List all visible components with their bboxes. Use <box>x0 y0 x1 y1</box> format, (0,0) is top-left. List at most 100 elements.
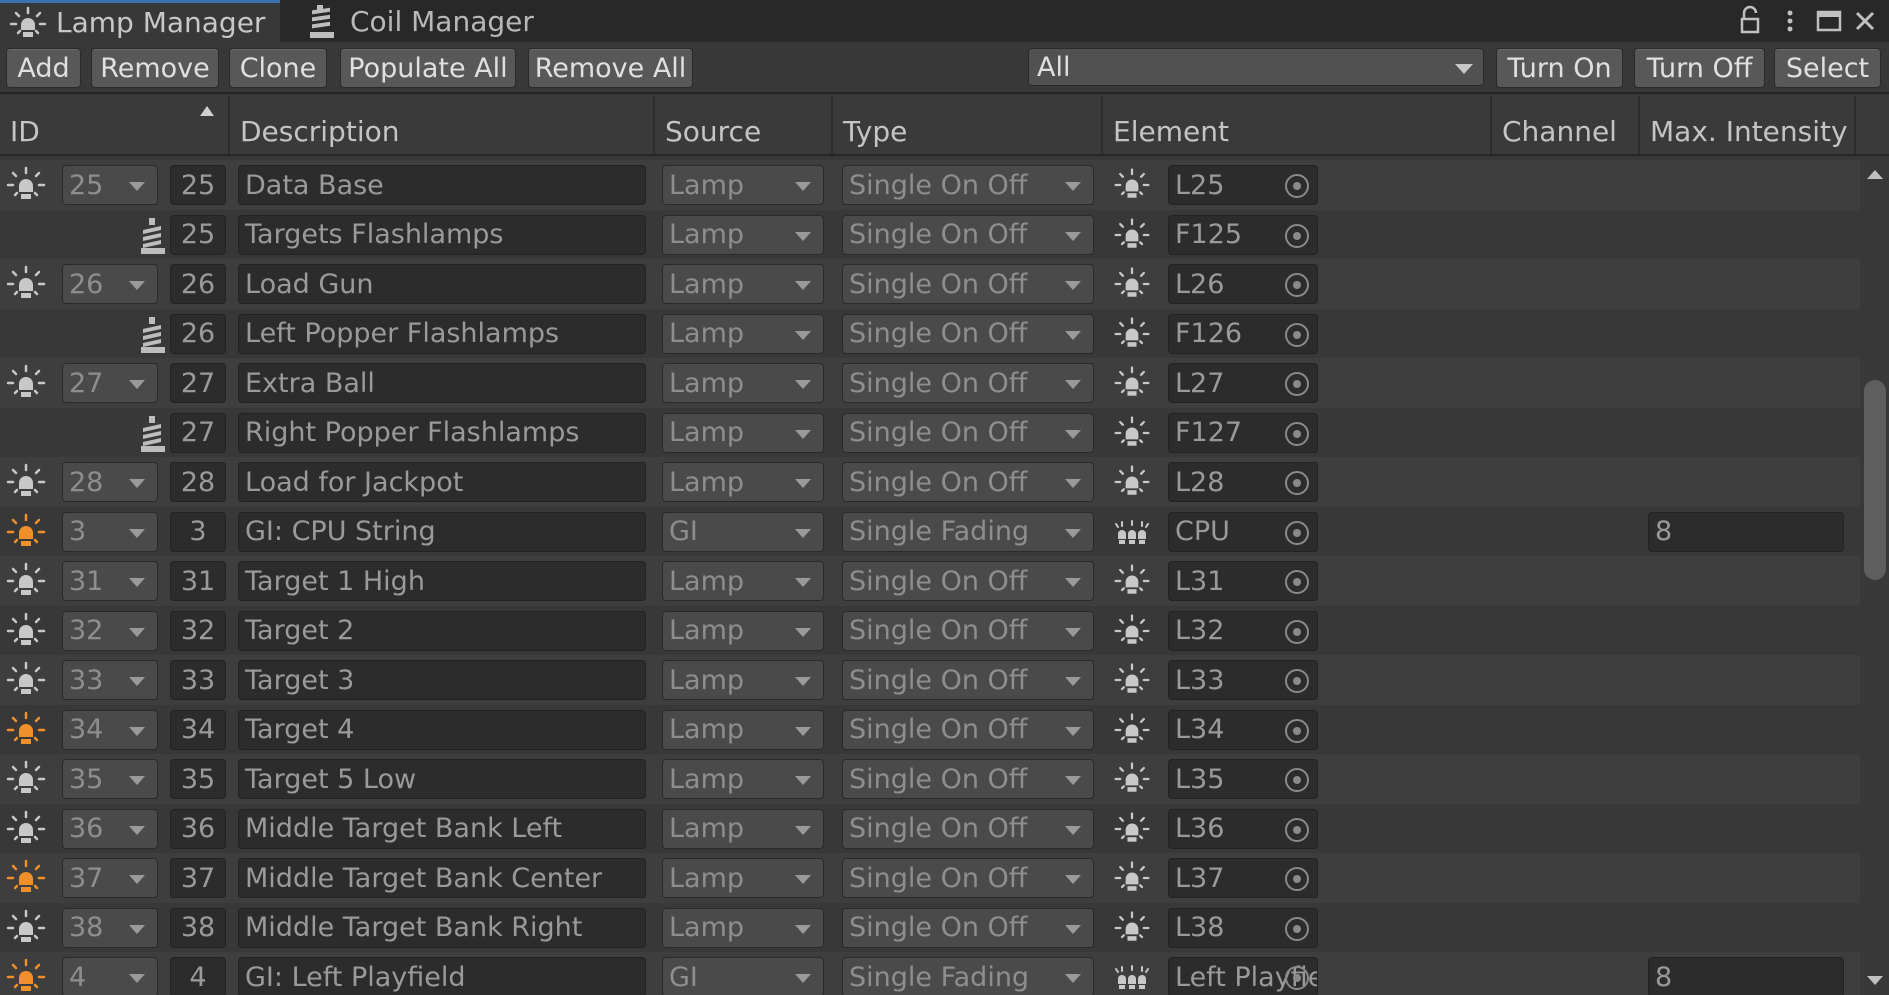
source-dropdown[interactable]: Lamp <box>662 561 824 601</box>
id-field[interactable]: 34 <box>170 709 226 750</box>
element-field[interactable]: L28 <box>1168 462 1318 502</box>
column-header-source[interactable]: Source <box>655 96 833 154</box>
id-field[interactable]: 37 <box>170 858 226 898</box>
id-field[interactable]: 36 <box>170 808 226 849</box>
id-field[interactable]: 3 <box>170 511 226 552</box>
table-row[interactable]: 26 Left Popper Flashlamps Lamp Single On… <box>0 308 1860 358</box>
kebab-menu-icon[interactable] <box>1775 4 1805 38</box>
type-dropdown[interactable]: Single On Off <box>842 412 1094 453</box>
table-row[interactable]: 31 31 Target 1 High Lamp Single On Off L… <box>0 556 1860 606</box>
description-field[interactable]: Target 5 Low <box>238 759 646 799</box>
column-header-description[interactable]: Description <box>230 96 655 154</box>
description-field[interactable]: Right Popper Flashlamps <box>238 412 646 453</box>
description-field[interactable]: Targets Flashlamps <box>238 214 646 255</box>
scrollbar-thumb[interactable] <box>1864 380 1886 580</box>
source-dropdown[interactable]: Lamp <box>662 363 824 403</box>
element-field[interactable]: F126 <box>1168 313 1318 354</box>
id-select-dropdown[interactable]: 34 <box>62 709 158 750</box>
object-picker-icon[interactable] <box>1285 471 1309 495</box>
table-row[interactable]: 32 32 Target 2 Lamp Single On Off L32 <box>0 605 1860 655</box>
column-header-max-intensity[interactable]: Max. Intensity <box>1640 96 1856 154</box>
element-field[interactable]: L27 <box>1168 363 1318 403</box>
element-field[interactable]: CPU <box>1168 511 1318 552</box>
column-header-element[interactable]: Element <box>1103 96 1492 154</box>
turn-off-button[interactable]: Turn Off <box>1634 48 1765 88</box>
maximize-icon[interactable] <box>1814 4 1844 38</box>
table-row[interactable]: 34 34 Target 4 Lamp Single On Off L34 <box>0 704 1860 754</box>
table-row[interactable]: 37 37 Middle Target Bank Center Lamp Sin… <box>0 853 1860 903</box>
id-field[interactable]: 26 <box>170 264 226 304</box>
type-dropdown[interactable]: Single Fading <box>842 511 1094 552</box>
type-dropdown[interactable]: Single On Off <box>842 610 1094 651</box>
source-dropdown[interactable]: Lamp <box>662 709 824 750</box>
object-picker-icon[interactable] <box>1285 916 1309 941</box>
source-dropdown[interactable]: Lamp <box>662 660 824 700</box>
type-dropdown[interactable]: Single On Off <box>842 264 1094 304</box>
element-field[interactable]: L36 <box>1168 808 1318 849</box>
id-field[interactable]: 4 <box>170 957 226 995</box>
id-field[interactable]: 33 <box>170 660 226 700</box>
id-select-dropdown[interactable]: 38 <box>62 907 158 948</box>
type-dropdown[interactable]: Single On Off <box>842 165 1094 205</box>
table-row[interactable]: 26 26 Load Gun Lamp Single On Off L26 <box>0 259 1860 309</box>
id-field[interactable]: 32 <box>170 610 226 651</box>
source-dropdown[interactable]: Lamp <box>662 808 824 849</box>
scroll-down-arrow-icon[interactable] <box>1867 976 1883 985</box>
id-select-dropdown[interactable]: 25 <box>62 165 158 205</box>
column-header-channel[interactable]: Channel <box>1492 96 1640 154</box>
remove-all-button[interactable]: Remove All <box>528 48 693 88</box>
table-row[interactable]: 33 33 Target 3 Lamp Single On Off L33 <box>0 655 1860 705</box>
description-field[interactable]: Target 1 High <box>238 561 646 601</box>
element-field[interactable]: L37 <box>1168 858 1318 898</box>
source-dropdown[interactable]: Lamp <box>662 165 824 205</box>
id-select-dropdown[interactable]: 36 <box>62 808 158 849</box>
description-field[interactable]: Middle Target Bank Center <box>238 858 646 898</box>
source-dropdown[interactable]: GI <box>662 957 824 995</box>
source-dropdown[interactable]: Lamp <box>662 313 824 354</box>
type-dropdown[interactable]: Single On Off <box>842 907 1094 948</box>
populate-all-button[interactable]: Populate All <box>340 48 516 88</box>
id-field[interactable]: 38 <box>170 907 226 948</box>
source-dropdown[interactable]: Lamp <box>662 214 824 255</box>
source-dropdown[interactable]: Lamp <box>662 412 824 453</box>
type-dropdown[interactable]: Single On Off <box>842 561 1094 601</box>
lock-icon[interactable] <box>1735 4 1765 38</box>
type-dropdown[interactable]: Single On Off <box>842 759 1094 799</box>
object-picker-icon[interactable] <box>1285 718 1309 743</box>
type-dropdown[interactable]: Single On Off <box>842 709 1094 750</box>
table-row[interactable]: 27 27 Extra Ball Lamp Single On Off L27 <box>0 358 1860 408</box>
object-picker-icon[interactable] <box>1285 322 1309 347</box>
description-field[interactable]: GI: Left Playfield <box>238 957 646 995</box>
element-field[interactable]: Left Playfield <box>1168 957 1318 995</box>
table-row[interactable]: 28 28 Load for Jackpot Lamp Single On Of… <box>0 457 1860 507</box>
object-picker-icon[interactable] <box>1285 966 1309 990</box>
element-field[interactable]: F127 <box>1168 412 1318 453</box>
id-select-dropdown[interactable]: 37 <box>62 858 158 898</box>
id-field[interactable]: 26 <box>170 313 226 354</box>
element-field[interactable]: F125 <box>1168 214 1318 255</box>
remove-button[interactable]: Remove <box>91 48 219 88</box>
source-dropdown[interactable]: Lamp <box>662 610 824 651</box>
object-picker-icon[interactable] <box>1285 817 1309 842</box>
type-dropdown[interactable]: Single On Off <box>842 660 1094 700</box>
clone-button[interactable]: Clone <box>229 48 327 88</box>
type-dropdown[interactable]: Single On Off <box>842 313 1094 354</box>
id-select-dropdown[interactable]: 4 <box>62 957 158 995</box>
element-field[interactable]: L38 <box>1168 907 1318 948</box>
add-button[interactable]: Add <box>6 48 81 88</box>
element-field[interactable]: L32 <box>1168 610 1318 651</box>
type-dropdown[interactable]: Single Fading <box>842 957 1094 995</box>
id-field[interactable]: 35 <box>170 759 226 799</box>
object-picker-icon[interactable] <box>1285 619 1309 644</box>
description-field[interactable]: Left Popper Flashlamps <box>238 313 646 354</box>
source-dropdown[interactable]: Lamp <box>662 264 824 304</box>
object-picker-icon[interactable] <box>1285 421 1309 446</box>
element-field[interactable]: L34 <box>1168 709 1318 750</box>
id-field[interactable]: 31 <box>170 561 226 601</box>
table-row[interactable]: 27 Right Popper Flashlamps Lamp Single O… <box>0 407 1860 457</box>
element-field[interactable]: L31 <box>1168 561 1318 601</box>
turn-on-button[interactable]: Turn On <box>1496 48 1623 88</box>
description-field[interactable]: Data Base <box>238 165 646 205</box>
object-picker-icon[interactable] <box>1285 372 1309 396</box>
column-header-type[interactable]: Type <box>833 96 1103 154</box>
